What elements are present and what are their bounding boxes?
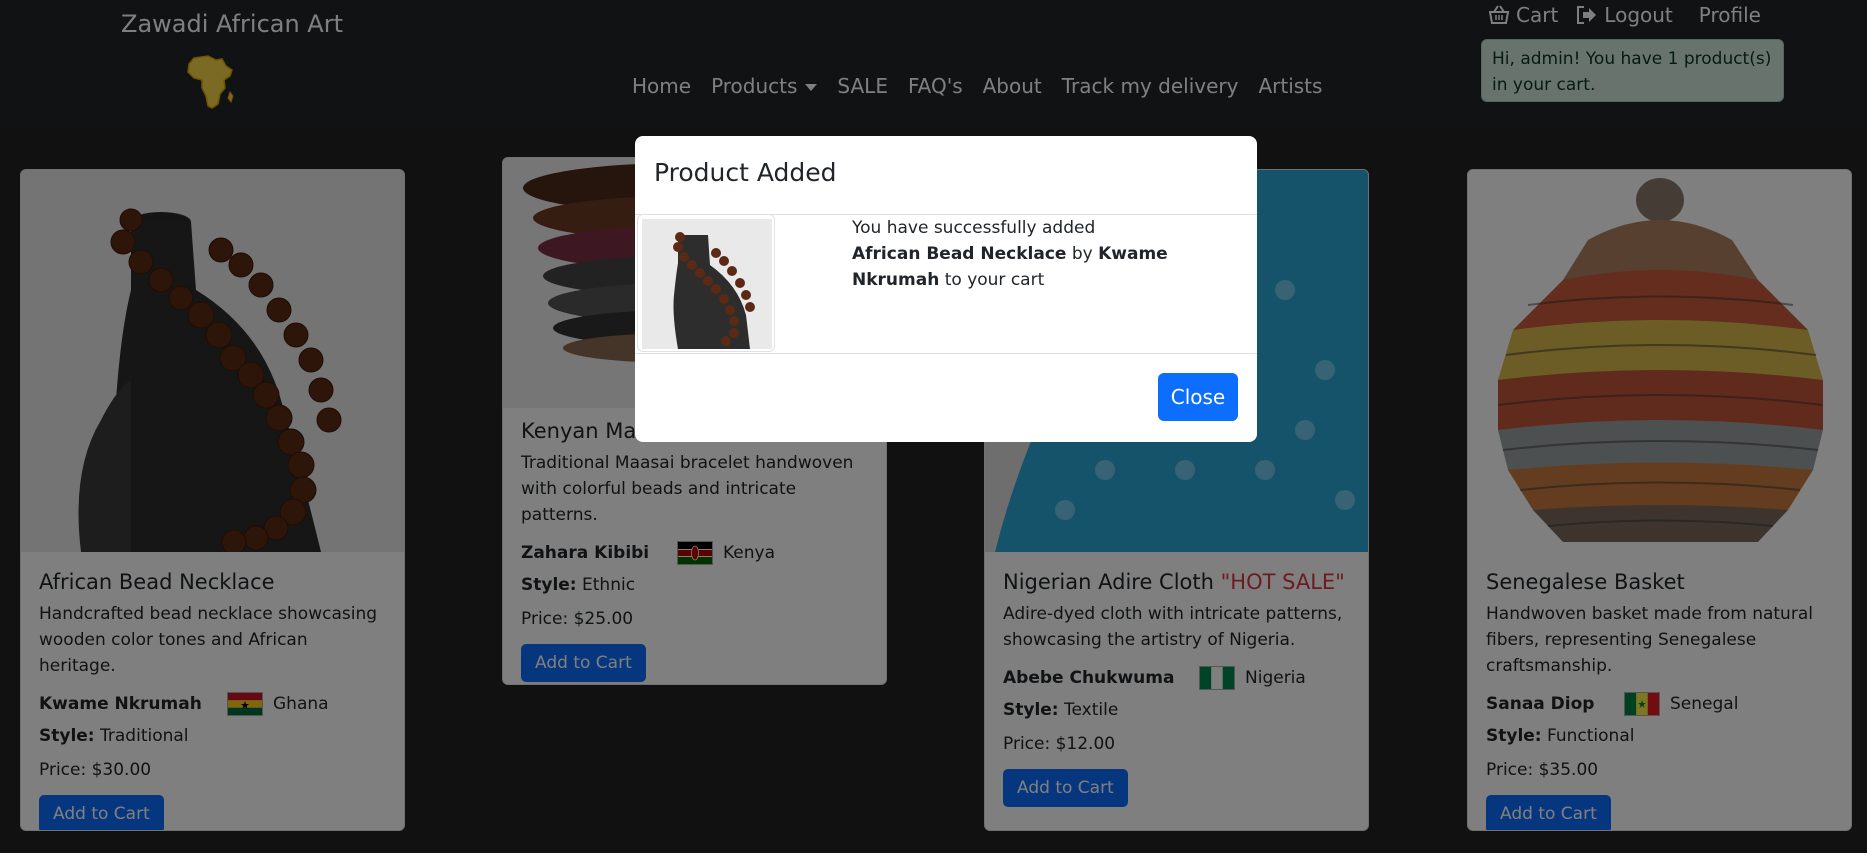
modal-title: Product Added [654, 158, 837, 187]
modal-product-thumbnail [637, 214, 775, 352]
necklace-thumbnail-image [642, 219, 772, 349]
product-added-modal: Product Added You have successfully adde… [635, 136, 1257, 442]
modal-suffix-text: to your cart [944, 270, 1045, 290]
close-button[interactable]: Close [1158, 373, 1238, 421]
modal-message: You have successfully added African Bead… [852, 215, 1242, 293]
modal-by-text: by [1071, 244, 1093, 264]
modal-product-name: African Bead Necklace [852, 244, 1067, 264]
modal-message-line1: You have successfully added [852, 218, 1096, 238]
modal-footer-divider [635, 353, 1257, 354]
